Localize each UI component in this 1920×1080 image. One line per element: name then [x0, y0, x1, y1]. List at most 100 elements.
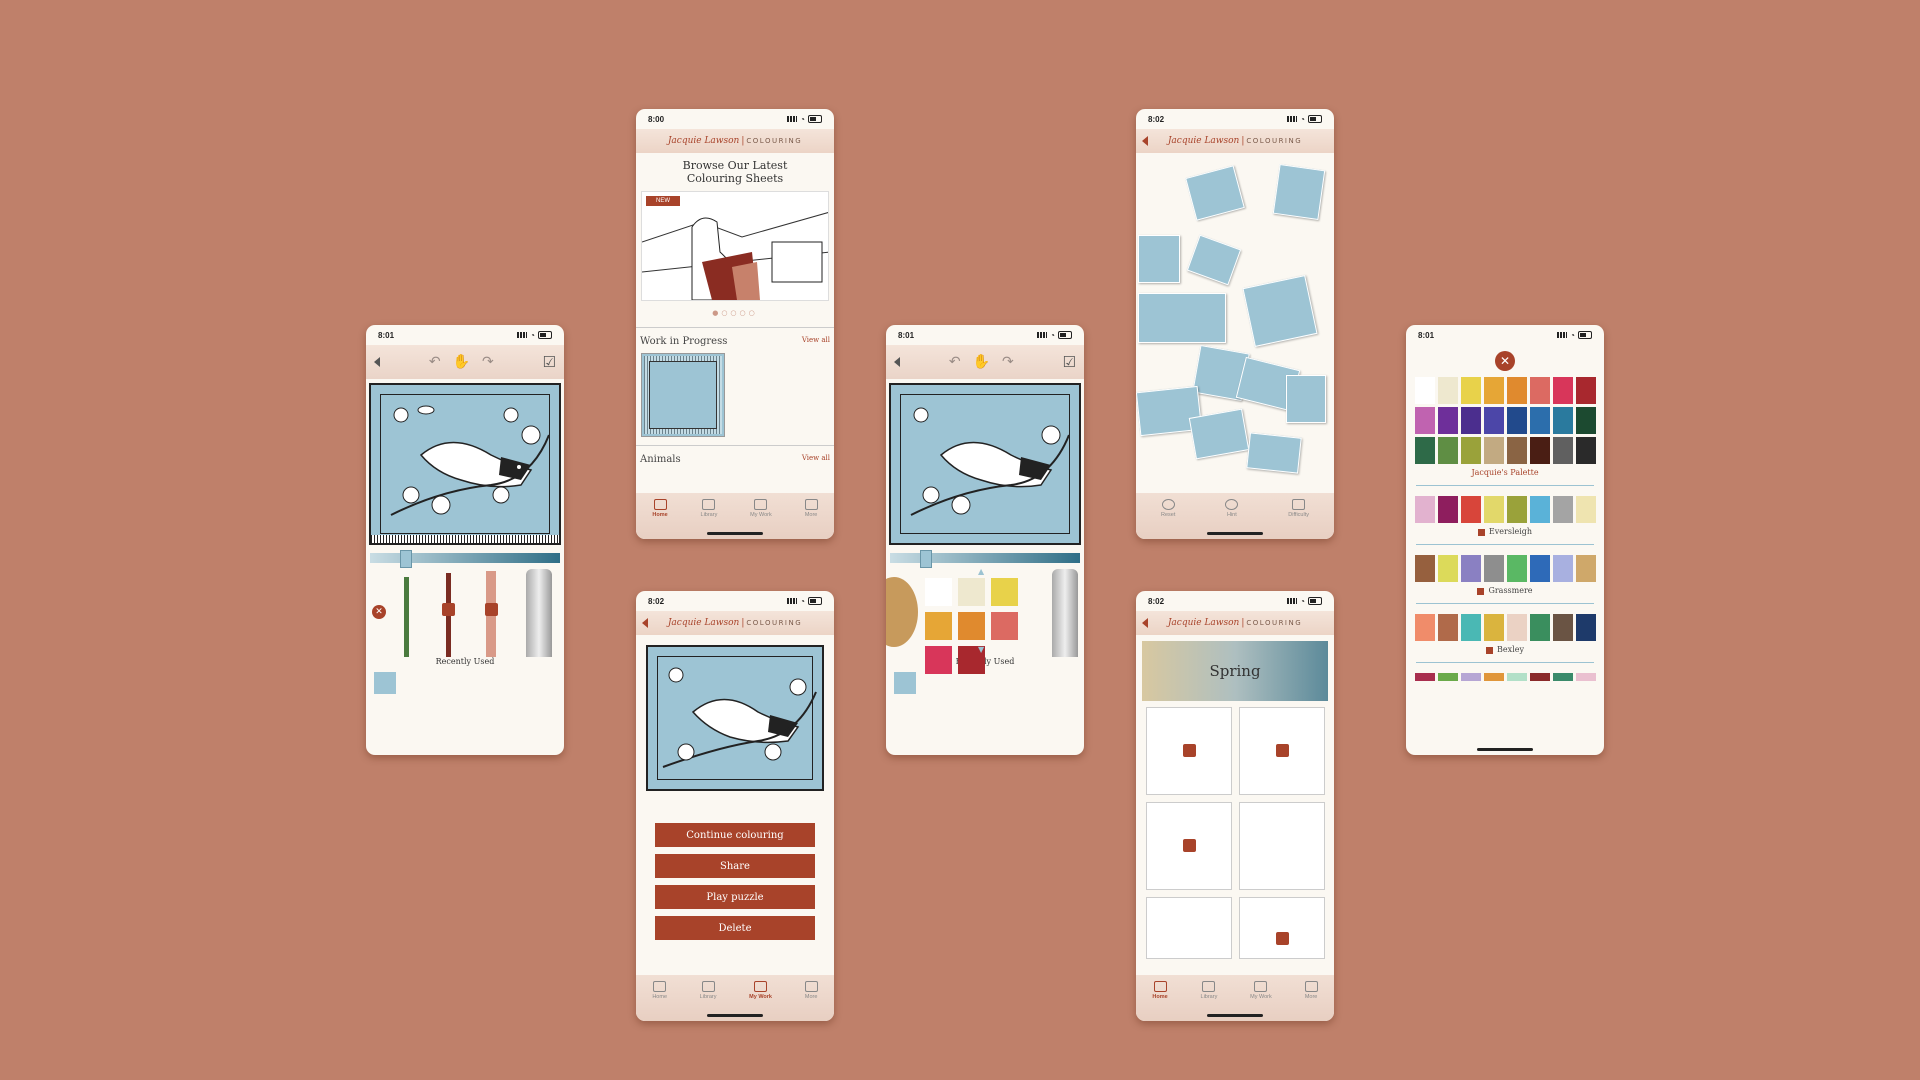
sheet-thumbnail[interactable] — [1239, 802, 1325, 890]
puzzle-board[interactable] — [1136, 153, 1334, 495]
redo-icon[interactable]: ↷ — [1002, 354, 1014, 370]
undo-icon[interactable]: ↶ — [429, 354, 441, 370]
animals-view-all-link[interactable]: View all — [802, 454, 830, 465]
colour-swatch[interactable] — [1506, 407, 1527, 434]
palette-swatch-row[interactable] — [1406, 555, 1604, 582]
colour-swatch[interactable] — [1483, 377, 1504, 404]
puzzle-piece[interactable] — [1286, 375, 1326, 423]
puzzle-piece[interactable] — [1138, 293, 1226, 343]
swatch[interactable] — [925, 578, 952, 606]
featured-carousel[interactable]: NEW — [641, 191, 829, 301]
colour-swatch[interactable] — [1414, 496, 1435, 523]
puzzle-piece[interactable] — [1242, 275, 1318, 347]
palette-swatch-row[interactable] — [1406, 496, 1604, 523]
wip-thumbnail[interactable] — [641, 353, 725, 437]
colour-swatch[interactable] — [1552, 437, 1573, 464]
paint-tube-tool[interactable] — [526, 569, 552, 657]
colour-swatch[interactable] — [1529, 614, 1550, 641]
colour-swatch[interactable] — [1552, 614, 1573, 641]
pencil-tool[interactable] — [404, 577, 409, 657]
colour-swatch[interactable] — [1437, 673, 1458, 681]
swatch[interactable] — [958, 578, 985, 606]
swatch[interactable] — [925, 612, 952, 640]
colour-swatch[interactable] — [1483, 496, 1504, 523]
recent-colour-swatch[interactable] — [374, 672, 396, 694]
puzzle-piece[interactable] — [1138, 235, 1180, 283]
colour-swatch[interactable] — [1483, 673, 1504, 681]
colour-swatch[interactable] — [1460, 407, 1481, 434]
colour-swatch[interactable] — [1437, 614, 1458, 641]
colour-swatch[interactable] — [1414, 555, 1435, 582]
share-button[interactable]: Share — [655, 854, 815, 878]
colour-swatch[interactable] — [1437, 407, 1458, 434]
colour-swatch[interactable] — [1529, 407, 1550, 434]
colour-swatch[interactable] — [1483, 555, 1504, 582]
sheet-thumbnail[interactable] — [1239, 897, 1325, 959]
tab-more[interactable]: More — [1304, 981, 1318, 1021]
back-button[interactable] — [1142, 618, 1148, 628]
colour-swatch[interactable] — [1460, 555, 1481, 582]
colour-swatch[interactable] — [1437, 555, 1458, 582]
colour-swatch[interactable] — [1414, 614, 1435, 641]
colour-swatch[interactable] — [1575, 555, 1596, 582]
colour-swatch[interactable] — [1529, 673, 1550, 681]
puzzle-piece[interactable] — [1185, 165, 1245, 221]
back-button[interactable] — [642, 618, 648, 628]
sheet-thumbnail[interactable] — [1146, 707, 1232, 795]
sheet-thumbnail[interactable] — [1239, 707, 1325, 795]
back-button[interactable] — [1142, 136, 1148, 146]
colour-swatch[interactable] — [1506, 673, 1527, 681]
paint-tube-tool[interactable] — [1052, 569, 1078, 657]
colour-swatch[interactable] — [1414, 407, 1435, 434]
tab-home[interactable]: Home — [652, 981, 667, 1021]
colour-swatch[interactable] — [1575, 437, 1596, 464]
colour-swatch[interactable] — [1437, 437, 1458, 464]
colour-swatch[interactable] — [1552, 377, 1573, 404]
colour-swatch[interactable] — [1506, 555, 1527, 582]
colour-swatch[interactable] — [1552, 496, 1573, 523]
colouring-canvas[interactable] — [369, 383, 561, 545]
colour-swatch[interactable] — [1414, 673, 1435, 681]
colour-swatch[interactable] — [1575, 407, 1596, 434]
recent-colour-swatch[interactable] — [894, 672, 916, 694]
colour-swatch[interactable] — [1483, 407, 1504, 434]
brush-size-slider[interactable] — [370, 550, 560, 568]
pan-hand-icon[interactable]: ✋ — [453, 354, 470, 370]
swatch[interactable] — [991, 612, 1018, 640]
colour-swatch[interactable] — [1529, 377, 1550, 404]
palette-board-icon[interactable] — [886, 577, 918, 647]
colour-swatch[interactable] — [1437, 496, 1458, 523]
puzzle-piece[interactable] — [1188, 408, 1250, 460]
swatch[interactable] — [958, 612, 985, 640]
colour-swatch[interactable] — [1460, 437, 1481, 464]
colour-swatch[interactable] — [1575, 377, 1596, 404]
colouring-canvas[interactable] — [889, 383, 1081, 545]
colour-swatch[interactable] — [1575, 673, 1596, 681]
done-check-icon[interactable]: ☑ — [1063, 353, 1076, 371]
colour-swatch[interactable] — [1529, 555, 1550, 582]
swatch[interactable] — [991, 578, 1018, 606]
difficulty-button[interactable]: Difficulty — [1288, 499, 1309, 539]
back-button[interactable] — [374, 357, 380, 367]
colour-swatch[interactable] — [1506, 496, 1527, 523]
redo-icon[interactable]: ↷ — [482, 354, 494, 370]
colour-swatch[interactable] — [1460, 496, 1481, 523]
colour-swatch[interactable] — [1483, 614, 1504, 641]
colour-swatch[interactable] — [1506, 377, 1527, 404]
done-check-icon[interactable]: ☑ — [543, 353, 556, 371]
colour-swatch[interactable] — [1575, 614, 1596, 641]
colour-swatch[interactable] — [1552, 555, 1573, 582]
colour-swatch[interactable] — [1529, 496, 1550, 523]
colour-swatch[interactable] — [1506, 437, 1527, 464]
scroll-up-icon[interactable]: ▲ — [978, 567, 984, 576]
colour-swatch[interactable] — [1483, 437, 1504, 464]
puzzle-piece[interactable] — [1272, 164, 1326, 220]
carousel-dots[interactable]: ●○○○○ — [636, 309, 834, 317]
palette-swatch-row[interactable] — [1406, 614, 1604, 641]
colour-swatch[interactable] — [1437, 377, 1458, 404]
scroll-down-icon[interactable]: ▼ — [978, 645, 984, 654]
back-button[interactable] — [894, 357, 900, 367]
puzzle-piece[interactable] — [1186, 234, 1242, 286]
colour-swatch[interactable] — [1529, 437, 1550, 464]
colour-swatch[interactable] — [1552, 673, 1573, 681]
